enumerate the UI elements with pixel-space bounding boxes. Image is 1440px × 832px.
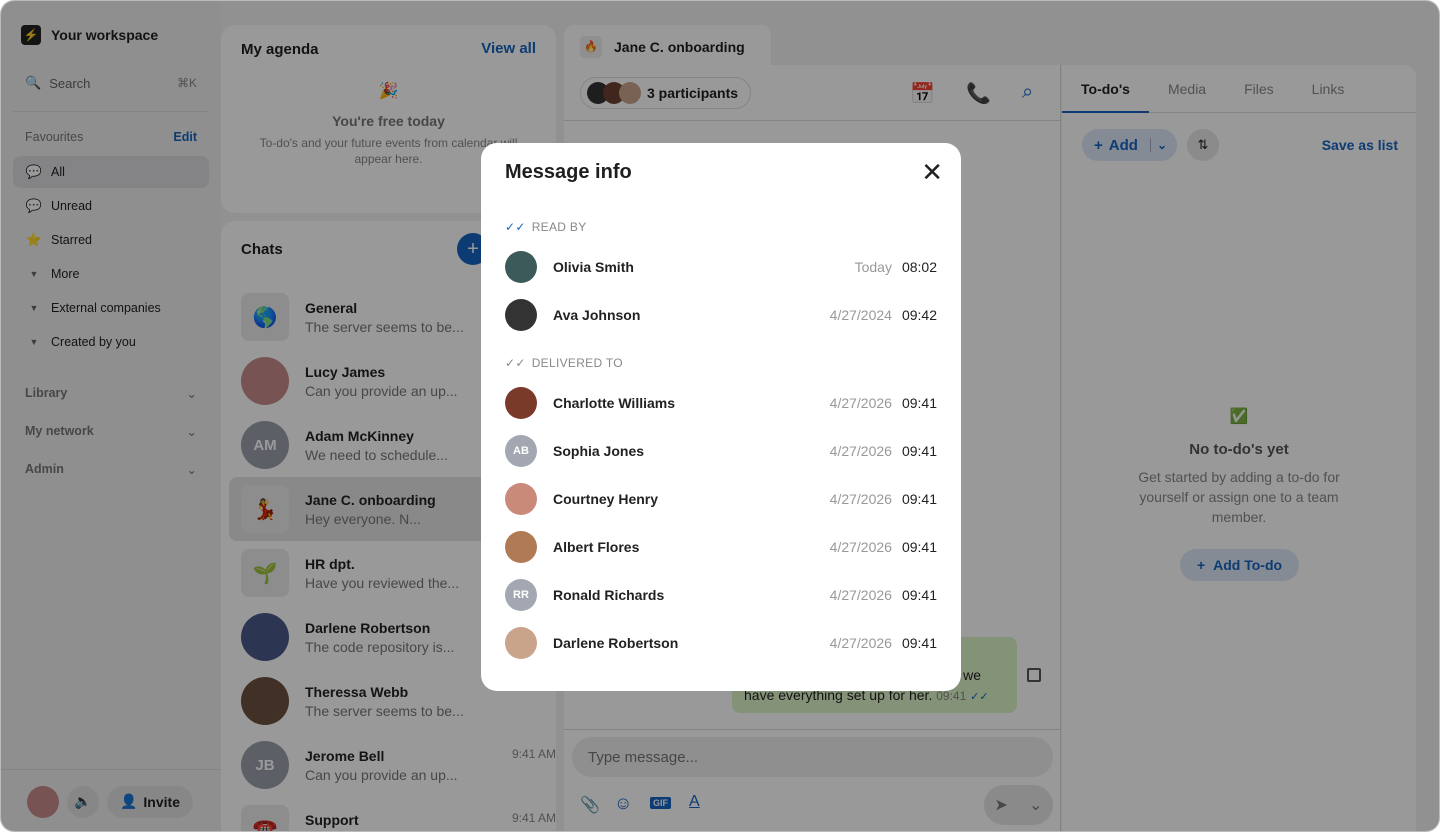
recipient-row: RR Ronald Richards 4/27/2026 09:41 [505, 571, 937, 619]
recipient-row: Albert Flores 4/27/2026 09:41 [505, 523, 937, 571]
avatar: RR [505, 579, 537, 611]
recipient-time: 09:41 [901, 587, 937, 603]
avatar [505, 299, 537, 331]
recipient-name: Ronald Richards [553, 587, 665, 603]
recipient-row: Darlene Robertson 4/27/2026 09:41 [505, 619, 937, 667]
recipient-name: Darlene Robertson [553, 635, 679, 651]
avatar [505, 251, 537, 283]
recipient-date: Today [854, 259, 892, 275]
recipient-time: 09:42 [901, 307, 937, 323]
avatar [505, 627, 537, 659]
section-label: READ BY [531, 220, 587, 234]
recipient-date: 4/27/2026 [829, 395, 892, 411]
recipient-date: 4/27/2026 [829, 539, 892, 555]
recipient-name: Sophia Jones [553, 443, 645, 459]
recipient-time: 08:02 [901, 259, 937, 275]
message-info-dialog: Message info ✕ ✓✓ READ BY Olivia Smith Tod… [481, 143, 961, 691]
recipient-row: Charlotte Williams 4/27/2026 09:41 [505, 379, 937, 427]
recipient-date: 4/27/2026 [829, 491, 892, 507]
recipient-row: Courtney Henry 4/27/2026 09:41 [505, 475, 937, 523]
recipient-name: Albert Flores [553, 539, 640, 555]
avatar [505, 387, 537, 419]
recipient-date: 4/27/2026 [829, 443, 892, 459]
recipient-name: Olivia Smith [553, 259, 634, 275]
section-label: DELIVERED TO [531, 356, 623, 370]
recipient-row: Ava Johnson 4/27/2024 09:42 [505, 291, 937, 339]
avatar [505, 483, 537, 515]
recipient-time: 09:41 [901, 395, 937, 411]
recipient-name: Courtney Henry [553, 491, 659, 507]
recipient-row: AB Sophia Jones 4/27/2026 09:41 [505, 427, 937, 475]
recipient-time: 09:41 [901, 443, 937, 459]
recipient-time: 09:41 [901, 491, 937, 507]
recipient-date: 4/27/2026 [829, 635, 892, 651]
recipient-date: 4/27/2024 [829, 307, 892, 323]
recipient-time: 09:41 [901, 539, 937, 555]
read-by-heading: ✓✓ READ BY [505, 220, 587, 234]
recipient-date: 4/27/2026 [829, 587, 892, 603]
avatar [505, 531, 537, 563]
close-icon[interactable]: ✕ [921, 157, 943, 188]
double-check-icon: ✓✓ [505, 356, 526, 370]
double-check-icon: ✓✓ [505, 220, 526, 234]
recipient-row: Olivia Smith Today 08:02 [505, 243, 937, 291]
recipient-name: Charlotte Williams [553, 395, 676, 411]
delivered-to-heading: ✓✓ DELIVERED TO [505, 356, 623, 370]
dialog-title: Message info [505, 161, 632, 183]
avatar: AB [505, 435, 537, 467]
recipient-name: Ava Johnson [553, 307, 641, 323]
app-window: ⚡ Your workspace 🔍 Search ⌘K Favourites Edit… [0, 0, 1440, 832]
recipient-time: 09:41 [901, 635, 937, 651]
